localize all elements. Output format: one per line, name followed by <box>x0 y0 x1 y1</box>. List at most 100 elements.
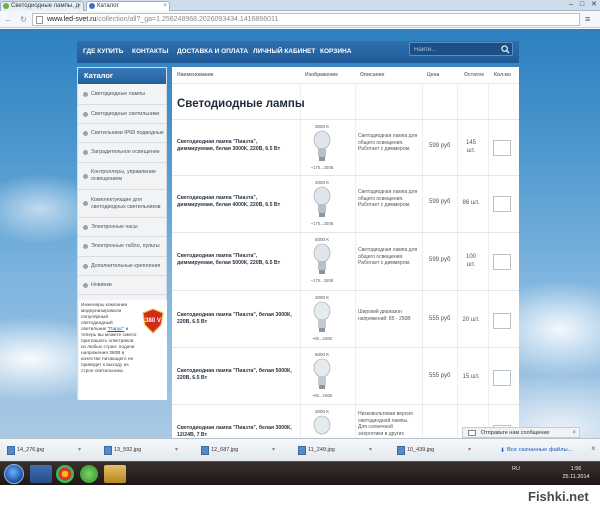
col-description: Описание <box>360 72 385 78</box>
nav-cart[interactable]: КОРЗИНА <box>320 41 351 63</box>
search-icon[interactable] <box>501 45 510 54</box>
sidebar-title: Каталог <box>78 68 166 84</box>
image-file-icon <box>201 446 209 455</box>
promo-banner: Инженеры компании модернизировали популя… <box>79 300 167 400</box>
download-item[interactable]: 11_249.jpg ▾ <box>297 443 377 458</box>
search-input[interactable] <box>414 44 494 55</box>
led-bulb-icon <box>313 186 331 217</box>
sidebar-item-led-fixtures[interactable]: Светодиодные светильники <box>78 105 166 124</box>
chrome-icon[interactable] <box>56 465 74 483</box>
chevron-down-icon[interactable]: ▾ <box>468 443 471 458</box>
sidebar-item-underwater[interactable]: Светильники IP68 подводные <box>78 124 166 143</box>
nav-where-to-buy[interactable]: ГДЕ КУПИТЬ <box>83 41 123 63</box>
explorer-icon[interactable] <box>30 465 52 483</box>
product-stock: 86 шт. <box>462 200 480 206</box>
close-downloads-icon[interactable]: × <box>591 444 596 453</box>
col-image: Изображение <box>305 72 339 78</box>
bullet-icon <box>83 244 88 249</box>
download-item[interactable]: 13_592.jpg ▾ <box>103 443 183 458</box>
send-message-widget[interactable]: Отправьте нам сообщение × <box>462 427 580 438</box>
reload-icon[interactable]: ↻ <box>18 14 29 25</box>
product-image[interactable]: 3000 К <box>307 409 347 438</box>
maximize-button[interactable]: □ <box>577 0 587 10</box>
product-name[interactable]: Светодиодная лампа "Пиазта", диммируемая… <box>177 195 295 209</box>
product-image[interactable]: 5000 К ~175...250В <box>307 237 347 283</box>
sidebar-item-components[interactable]: Комплектующие для светодиодных светильни… <box>78 190 166 218</box>
chevron-down-icon[interactable]: ▾ <box>175 443 178 458</box>
url-input[interactable]: www.led-svet.ru/collection/all?_ga=1.256… <box>32 13 580 26</box>
back-arrow-icon[interactable]: ← <box>3 14 14 25</box>
quantity-input[interactable] <box>493 254 511 270</box>
product-name[interactable]: Светодиодная лампа "Пиазта", белая 5000К… <box>177 368 295 382</box>
quantity-input[interactable] <box>493 196 511 212</box>
led-bulb-icon <box>313 415 331 435</box>
image-file-icon <box>104 446 112 455</box>
bullet-icon <box>83 92 88 97</box>
promo-link[interactable]: "Парус" <box>107 327 124 332</box>
tab-catalog[interactable]: Каталог × <box>86 1 170 11</box>
image-file-icon <box>397 446 405 455</box>
download-item[interactable]: 14_276.jpg ▾ <box>6 443 86 458</box>
product-image[interactable]: 3000 К ~175...250В <box>307 124 347 170</box>
image-file-icon <box>7 446 15 455</box>
mail-icon <box>468 430 476 436</box>
sidebar-item-clocks[interactable]: Электронные часы <box>78 218 166 237</box>
taskbar: RU 1:56 25.11.2014 <box>0 461 600 485</box>
bullet-icon <box>83 201 88 206</box>
tab-led-lamps[interactable]: Светодиодные лампы, д × <box>0 1 84 11</box>
col-price: Цена <box>427 72 440 78</box>
minimize-button[interactable]: – <box>566 0 576 10</box>
close-window-button[interactable]: ✕ <box>589 0 599 10</box>
product-price: 599 руб <box>429 199 451 205</box>
download-item[interactable]: 12_687.jpg ▾ <box>200 443 280 458</box>
start-button[interactable] <box>4 464 24 484</box>
table-row: Светодиодная лампа "Пиазта", диммируемая… <box>172 119 519 175</box>
nav-contacts[interactable]: КОНТАКТЫ <box>132 41 168 63</box>
table-row: Светодиодная лампа "Пиазта", диммируемая… <box>172 175 519 232</box>
page-title: Светодиодные лампы <box>177 98 305 110</box>
chevron-down-icon[interactable]: ▾ <box>272 443 275 458</box>
sidebar-item-controllers[interactable]: Контроллеры, управление освещением <box>78 163 166 190</box>
menu-icon[interactable]: ≡ <box>585 14 594 24</box>
product-name[interactable]: Светодиодная лампа "Пиазта", белая 3000К… <box>177 425 295 438</box>
close-icon[interactable]: × <box>572 428 576 438</box>
nav-delivery[interactable]: ДОСТАВКА И ОПЛАТА <box>177 41 248 63</box>
catalog-sidebar: Каталог Светодиодные лампы Светодиодные … <box>77 67 167 400</box>
product-image[interactable]: 3000 К ~85...250В <box>307 295 347 341</box>
product-stock: 20 шт. <box>462 317 480 323</box>
col-name: Наименование <box>177 72 214 78</box>
language-indicator[interactable]: RU <box>512 466 520 472</box>
bullet-icon <box>83 111 88 117</box>
page-viewport: ГДЕ КУПИТЬ КОНТАКТЫ ДОСТАВКА И ОПЛАТА ЛИ… <box>0 29 600 438</box>
site-search <box>409 42 513 56</box>
sidebar-item-led-lamps[interactable]: Светодиодные лампы <box>78 85 166 105</box>
tab-close-icon[interactable]: × <box>77 2 81 11</box>
bullet-icon <box>83 150 88 155</box>
sidebar-item-new[interactable]: Новинки <box>78 276 166 295</box>
quantity-input[interactable] <box>493 370 511 386</box>
nav-account[interactable]: ЛИЧНЫЙ КАБИНЕТ <box>253 41 315 63</box>
product-name[interactable]: Светодиодная лампа "Пиазта", диммируемая… <box>177 253 295 267</box>
product-name[interactable]: Светодиодная лампа "Пиазта", диммируемая… <box>177 139 295 153</box>
quantity-input[interactable] <box>493 140 511 156</box>
folder-icon[interactable] <box>104 465 126 483</box>
chevron-down-icon[interactable]: ▾ <box>78 443 81 458</box>
led-bulb-icon <box>313 301 331 332</box>
col-stock: Остаток <box>464 72 484 78</box>
product-image[interactable]: 4000 К ~175...250В <box>307 180 347 226</box>
show-all-downloads-link[interactable]: Все скачанные файлы... <box>507 447 573 453</box>
product-image[interactable]: 5000 К ~85...250В <box>307 352 347 398</box>
product-stock: 15 шт. <box>462 374 480 380</box>
messenger-icon[interactable] <box>80 465 98 483</box>
quantity-input[interactable] <box>493 313 511 329</box>
product-name[interactable]: Светодиодная лампа "Пиазта", белая 3000К… <box>177 312 295 326</box>
download-item[interactable]: 10_439.jpg ▾ <box>396 443 476 458</box>
sidebar-item-barrier-lighting[interactable]: Заградительное освещение <box>78 143 166 163</box>
led-bulb-icon <box>313 358 331 389</box>
system-clock[interactable]: 1:56 25.11.2014 <box>556 465 596 481</box>
tab-close-icon[interactable]: × <box>163 2 167 11</box>
chevron-down-icon[interactable]: ▾ <box>369 443 372 458</box>
product-price: 599 руб <box>429 257 451 263</box>
sidebar-item-boards[interactable]: Электронные табло, пульты <box>78 237 166 257</box>
sidebar-item-mounts[interactable]: Дополнительные крепления <box>78 257 166 276</box>
